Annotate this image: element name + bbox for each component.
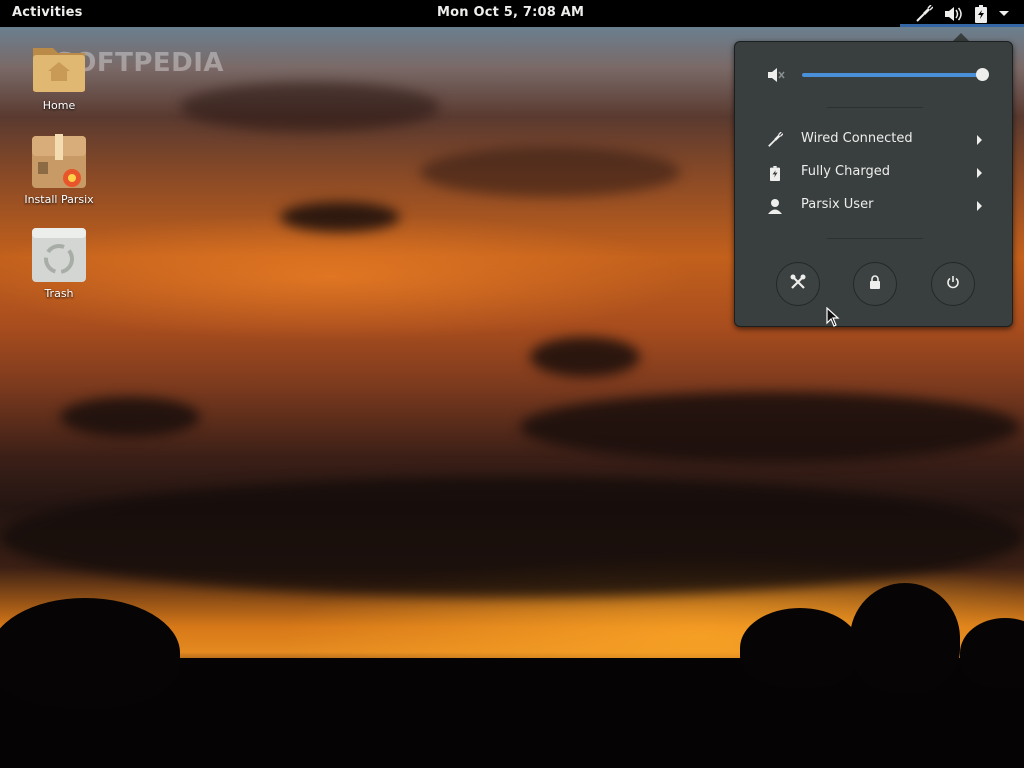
activities-button[interactable]: Activities bbox=[12, 5, 83, 20]
desktop-icon-install-parsix[interactable]: Install Parsix bbox=[14, 132, 104, 206]
settings-tools-icon bbox=[790, 274, 806, 294]
tree bbox=[740, 608, 860, 688]
submenu-arrow-icon bbox=[977, 135, 982, 145]
power-button[interactable] bbox=[931, 262, 975, 306]
desktop-icon-label: Home bbox=[42, 99, 76, 112]
menu-item-user[interactable]: Parsix User bbox=[735, 192, 1012, 220]
menu-item-label: Fully Charged bbox=[801, 164, 890, 179]
desktop-icon-home[interactable]: Home bbox=[14, 38, 104, 112]
menu-item-label: Parsix User bbox=[801, 197, 874, 212]
desktop-screen: SOFTPEDIA Home Install Parsix Trash Acti… bbox=[0, 0, 1024, 768]
submenu-arrow-icon bbox=[977, 201, 982, 211]
clock[interactable]: Mon Oct 5, 7:08 AM bbox=[437, 5, 584, 20]
volume-row bbox=[735, 60, 1012, 90]
tree bbox=[960, 618, 1024, 688]
network-wired-icon bbox=[767, 132, 783, 148]
lock-icon bbox=[869, 275, 881, 293]
volume-muted-icon bbox=[767, 67, 785, 87]
top-bar: Activities Mon Oct 5, 7:08 AM bbox=[0, 0, 1024, 27]
menu-item-label: Wired Connected bbox=[801, 131, 913, 146]
cloud bbox=[280, 202, 400, 232]
network-wired-icon[interactable] bbox=[914, 4, 934, 24]
volume-icon[interactable] bbox=[943, 4, 963, 24]
tray-active-indicator bbox=[900, 24, 1024, 27]
desktop-icon-trash[interactable]: Trash bbox=[14, 226, 104, 300]
cloud bbox=[180, 82, 440, 132]
cloud bbox=[520, 392, 1020, 462]
mouse-cursor-icon bbox=[826, 306, 840, 331]
cloud bbox=[60, 397, 200, 437]
menu-item-battery[interactable]: Fully Charged bbox=[735, 159, 1012, 187]
power-icon bbox=[946, 275, 960, 293]
system-menu: Wired Connected Fully Charged Parsix Use… bbox=[734, 41, 1013, 327]
cloud bbox=[530, 337, 640, 377]
battery-icon bbox=[767, 165, 783, 181]
tree bbox=[850, 583, 960, 693]
dropdown-arrow-icon[interactable] bbox=[994, 4, 1014, 24]
separator bbox=[827, 107, 923, 108]
separator bbox=[827, 238, 923, 239]
volume-slider[interactable] bbox=[802, 73, 982, 77]
battery-icon[interactable] bbox=[971, 4, 991, 24]
volume-slider-knob[interactable] bbox=[976, 68, 989, 81]
user-icon bbox=[767, 198, 783, 214]
desktop-icon-label: Trash bbox=[44, 287, 74, 300]
treeline bbox=[0, 583, 1024, 768]
submenu-arrow-icon bbox=[977, 168, 982, 178]
cloud bbox=[0, 477, 1024, 597]
tree bbox=[0, 598, 180, 708]
volume-slider-fill bbox=[802, 73, 982, 77]
desktop-icon-label: Install Parsix bbox=[24, 193, 94, 206]
cloud bbox=[420, 147, 680, 197]
lock-button[interactable] bbox=[853, 262, 897, 306]
trash-icon bbox=[30, 226, 88, 284]
home-folder-icon bbox=[30, 38, 88, 96]
installer-package-icon bbox=[30, 132, 88, 190]
settings-button[interactable] bbox=[776, 262, 820, 306]
menu-item-network[interactable]: Wired Connected bbox=[735, 126, 1012, 154]
